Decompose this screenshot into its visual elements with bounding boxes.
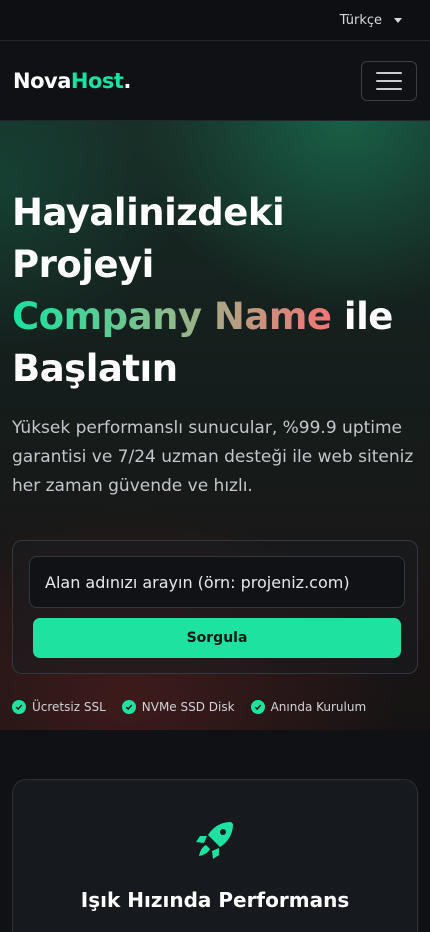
hamburger-icon-line (376, 79, 402, 82)
language-label: Türkçe (339, 12, 382, 28)
language-selector[interactable]: Türkçe (340, 13, 402, 28)
feature-item: Ücretsiz SSL (12, 700, 106, 714)
menu-toggle-button[interactable] (361, 60, 417, 101)
feature-card: Işık Hızında Performans (12, 779, 418, 932)
brand-part-1: Nova (13, 68, 71, 93)
feature-item: NVMe SSD Disk (121, 700, 235, 714)
brand-logo[interactable]: NovaHost. (13, 69, 131, 93)
feature-label: Ücretsiz SSL (32, 700, 106, 714)
feature-label: Anında Kurulum (270, 700, 367, 714)
brand-part-2: Host (70, 68, 124, 93)
hero-section: Hayalinizdeki Projeyi Company Name ile B… (0, 121, 430, 730)
chevron-down-icon (394, 17, 402, 23)
hero-title: Hayalinizdeki Projeyi Company Name ile B… (12, 187, 418, 395)
hero-title-line3: Başlatın (12, 347, 178, 390)
feature-item: Anında Kurulum (250, 700, 367, 714)
hero-title-line1: Hayalinizdeki Projeyi (12, 191, 285, 286)
hero-title-gradient: Company Name (12, 295, 332, 338)
feature-list: Ücretsiz SSL NVMe SSD Disk Anında Kurulu… (12, 700, 418, 714)
hero-title-after-gradient: ile (331, 295, 393, 338)
feature-card-title: Işık Hızında Performans (80, 888, 350, 912)
hero-description: Yüksek performanslı sunucular, %99.9 upt… (12, 418, 414, 496)
navbar: NovaHost. (0, 41, 430, 121)
brand-part-3: . (123, 68, 131, 93)
hamburger-icon-line (376, 71, 402, 74)
query-button[interactable]: Sorgula (33, 618, 401, 658)
hamburger-icon-line (376, 87, 402, 90)
rocket-icon (193, 818, 237, 866)
feature-label: NVMe SSD Disk (141, 700, 235, 714)
top-bar: Türkçe (0, 0, 430, 41)
check-circle-icon (12, 700, 26, 714)
domain-search-input[interactable] (29, 556, 405, 608)
check-circle-icon (250, 700, 265, 714)
features-section: Işık Hızında Performans (0, 730, 430, 932)
domain-search-card: Sorgula (12, 540, 418, 674)
check-circle-icon (121, 700, 136, 714)
